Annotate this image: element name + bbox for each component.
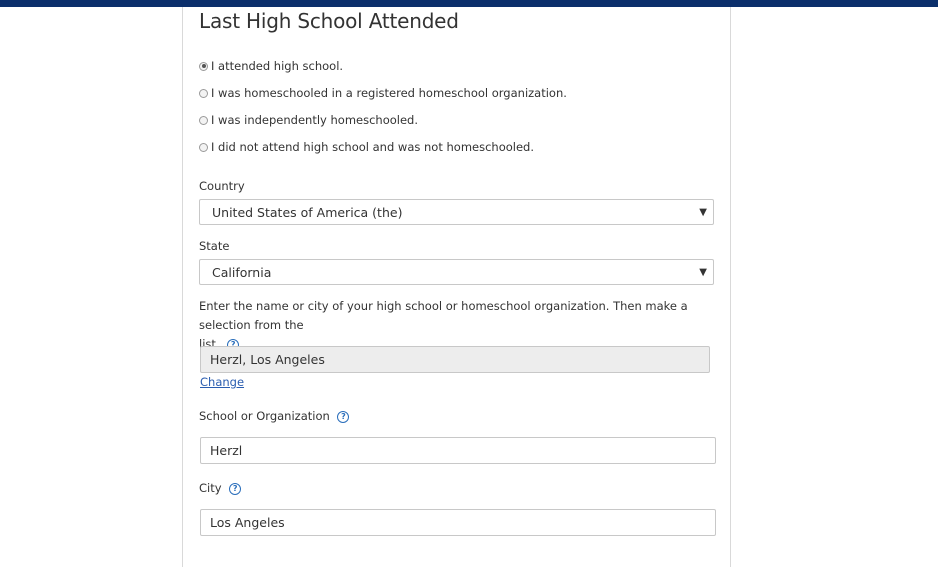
- country-select[interactable]: United States of America (the) ▼: [199, 199, 714, 225]
- help-circle-icon[interactable]: ?: [229, 482, 242, 495]
- radio-button[interactable]: [199, 142, 208, 152]
- radio-label: I attended high school.: [211, 59, 344, 73]
- form-card: Last High School Attended I attended hig…: [182, 7, 731, 567]
- radio-registered-homeschool[interactable]: I was homeschooled in a registered homes…: [199, 85, 567, 101]
- city-input[interactable]: [200, 509, 716, 536]
- state-select[interactable]: California ▼: [199, 259, 714, 285]
- school-name-label: School or Organization: [199, 409, 330, 423]
- radio-did-not-attend[interactable]: I did not attend high school and was not…: [199, 139, 534, 155]
- top-navigation-bar: [0, 0, 938, 7]
- radio-button[interactable]: [199, 115, 208, 125]
- city-label-row: City ?: [199, 481, 242, 495]
- radio-label: I was homeschooled in a registered homes…: [211, 86, 567, 100]
- radio-label: I was independently homeschooled.: [211, 113, 418, 127]
- city-label: City: [199, 481, 222, 495]
- caret-down-icon: ▼: [699, 207, 707, 218]
- caret-down-icon: ▼: [699, 267, 707, 278]
- radio-label: I did not attend high school and was not…: [211, 140, 535, 154]
- state-select-value: California: [212, 264, 272, 280]
- section-title: Last High School Attended: [199, 9, 459, 33]
- country-label: Country: [199, 179, 245, 193]
- country-select-value: United States of America (the): [212, 204, 403, 220]
- radio-button[interactable]: [199, 88, 208, 98]
- instructions-text-line1: Enter the name or city of your high scho…: [199, 299, 688, 332]
- selected-school-display: Herzl, Los Angeles: [200, 346, 710, 373]
- selected-school-value: Herzl, Los Angeles: [210, 352, 325, 367]
- school-name-input[interactable]: [200, 437, 716, 464]
- change-school-link[interactable]: Change: [200, 375, 244, 389]
- radio-independent-homeschool[interactable]: I was independently homeschooled.: [199, 112, 418, 128]
- radio-button-selected[interactable]: [199, 61, 208, 71]
- help-circle-icon[interactable]: ?: [337, 410, 350, 423]
- radio-attended-high-school[interactable]: I attended high school.: [199, 58, 343, 74]
- school-name-label-row: School or Organization ?: [199, 409, 350, 423]
- state-label: State: [199, 239, 230, 253]
